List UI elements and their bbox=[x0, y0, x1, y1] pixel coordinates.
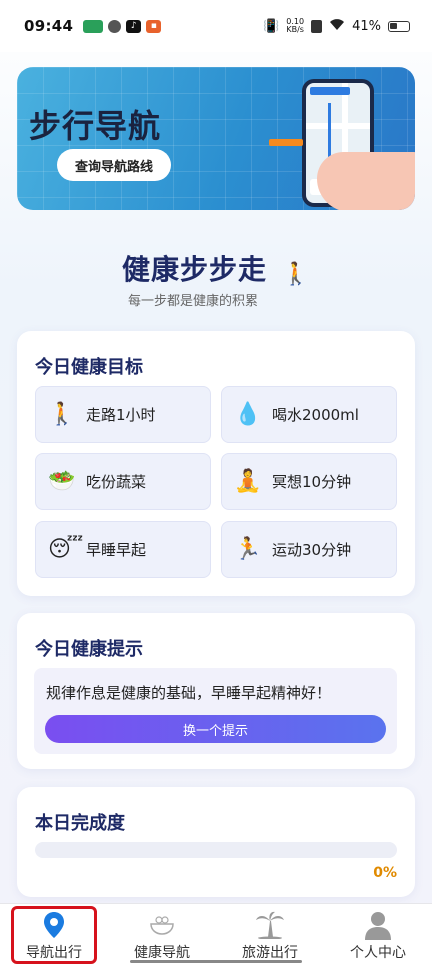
page-title: 健康步步走 bbox=[122, 253, 268, 286]
goal-label: 吃份蔬菜 bbox=[86, 473, 147, 491]
water-drop-icon: 💧 bbox=[234, 402, 262, 427]
goal-label: 冥想10分钟 bbox=[272, 473, 352, 491]
goal-label: 运动30分钟 bbox=[272, 541, 352, 559]
no-sim-icon bbox=[311, 19, 323, 33]
goals-card: 今日健康目标 🚶 走路1小时 💧 喝水2000ml 🥗 吃份蔬菜 🧘 冥想10分… bbox=[17, 331, 415, 596]
next-tip-button[interactable]: 换一个提示 bbox=[45, 715, 386, 743]
query-route-button[interactable]: 查询导航路线 bbox=[57, 149, 171, 181]
goal-label: 走路1小时 bbox=[86, 406, 156, 424]
page-subtitle: 每一步都是健康的积累 bbox=[128, 294, 259, 309]
running-person-icon: 🏃 bbox=[234, 537, 262, 562]
walking-person-icon: 🚶 bbox=[282, 262, 310, 287]
banner-title: 步行导航 bbox=[29, 107, 162, 145]
nav-item-travel[interactable]: 旅游出行 bbox=[216, 904, 324, 964]
speed-unit: KB/s bbox=[286, 25, 304, 34]
nav-item-profile[interactable]: 个人中心 bbox=[324, 904, 432, 964]
wifi-icon bbox=[329, 18, 345, 35]
tip-text: 规律作息是健康的基础，早睡早起精神好！ bbox=[46, 684, 332, 702]
nav-label: 个人中心 bbox=[350, 945, 406, 961]
goal-label: 早睡早起 bbox=[86, 541, 147, 559]
map-label-tag bbox=[269, 139, 303, 146]
hand-illustration bbox=[317, 152, 415, 210]
tips-card-title: 今日健康提示 bbox=[35, 639, 143, 660]
walking-navigation-banner[interactable]: 步行导航 查询导航路线 bbox=[17, 67, 415, 210]
map-header-bar bbox=[310, 87, 350, 95]
user-icon bbox=[363, 910, 393, 940]
walking-person-icon: 🚶 bbox=[48, 402, 76, 427]
goal-item[interactable]: 🧘 冥想10分钟 bbox=[221, 453, 397, 510]
bowl-icon bbox=[149, 910, 175, 940]
wechat-icon bbox=[108, 19, 122, 33]
progress-bar bbox=[35, 842, 397, 858]
progress-percent: 0% bbox=[373, 865, 397, 881]
goal-item[interactable]: 🥗 吃份蔬菜 bbox=[35, 453, 211, 510]
network-speed: 0.10 KB/s bbox=[286, 18, 304, 34]
app-badge-icon: ▪ bbox=[146, 19, 162, 33]
nav-label: 健康导航 bbox=[134, 945, 190, 961]
active-tab-highlight bbox=[11, 906, 97, 964]
app-notification-icon bbox=[83, 19, 104, 33]
battery-percent: 41% bbox=[352, 18, 381, 34]
status-bar: 09:44 ♪ ▪ 📳 0.10 KB/s 41% bbox=[0, 0, 432, 52]
vibrate-icon: 📳 bbox=[263, 18, 280, 34]
palm-tree-icon bbox=[255, 910, 285, 940]
goal-item[interactable]: 😴 早睡早起 bbox=[35, 521, 211, 578]
battery-icon bbox=[388, 20, 410, 32]
meditation-icon: 🧘 bbox=[234, 469, 262, 494]
status-time: 09:44 bbox=[24, 17, 74, 35]
sleeping-face-icon: 😴 bbox=[48, 537, 84, 562]
goal-item[interactable]: 🏃 运动30分钟 bbox=[221, 521, 397, 578]
tips-card: 今日健康提示 规律作息是健康的基础，早睡早起精神好！ 换一个提示 bbox=[17, 613, 415, 769]
goals-card-title: 今日健康目标 bbox=[35, 357, 143, 378]
nav-label: 旅游出行 bbox=[242, 945, 298, 961]
goal-label: 喝水2000ml bbox=[272, 406, 359, 424]
status-right: 📳 0.10 KB/s 41% bbox=[263, 18, 410, 35]
home-indicator bbox=[130, 960, 302, 963]
tiktok-icon: ♪ bbox=[126, 19, 142, 33]
nav-item-health[interactable]: 健康导航 bbox=[108, 904, 216, 964]
tip-box: 规律作息是健康的基础，早睡早起精神好！ 换一个提示 bbox=[34, 668, 397, 754]
goal-item[interactable]: 🚶 走路1小时 bbox=[35, 386, 211, 443]
progress-card-title: 本日完成度 bbox=[35, 813, 125, 834]
salad-icon: 🥗 bbox=[48, 469, 76, 494]
notification-icons: ♪ ▪ bbox=[83, 19, 162, 33]
progress-card: 本日完成度 0% bbox=[17, 787, 415, 897]
goal-item[interactable]: 💧 喝水2000ml bbox=[221, 386, 397, 443]
